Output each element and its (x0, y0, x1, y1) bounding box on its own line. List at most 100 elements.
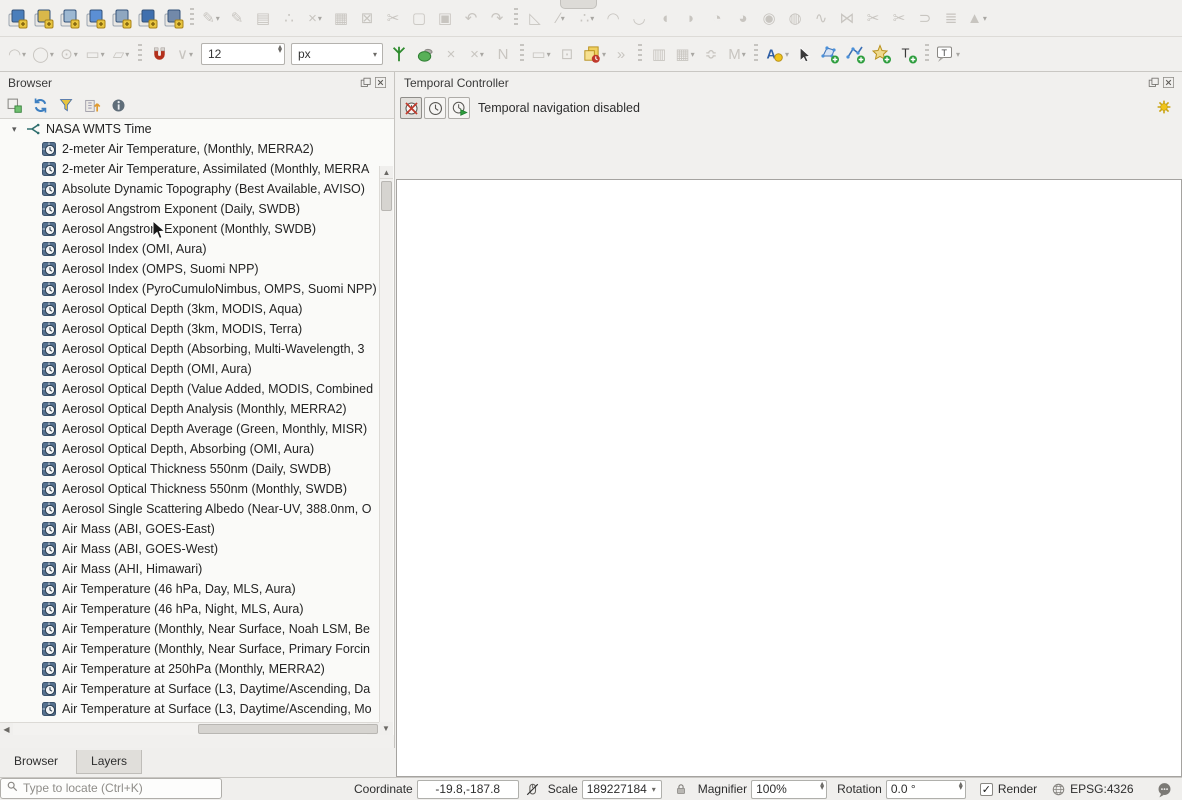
tree-item[interactable]: Aerosol Optical Depth (OMI, Aura) (0, 359, 380, 379)
tree-item[interactable]: Air Temperature at 250hPa (Monthly, MERR… (0, 659, 380, 679)
locator-input[interactable]: Type to locate (Ctrl+K) (0, 777, 222, 799)
stroke-unit-combobox[interactable]: px ▾ (291, 43, 383, 65)
tree-item-label: Aerosol Angstrom Exponent (Monthly, SWDB… (62, 222, 317, 236)
vertex-editor-icon: ⋈ (839, 9, 855, 27)
tree-item[interactable]: Air Mass (ABI, GOES-West) (0, 539, 380, 559)
tree-horizontal-scrollbar[interactable]: ◀ ▶ (0, 722, 380, 735)
spin-arrows-icon[interactable]: ▴ ▾ (820, 779, 824, 792)
tree-item[interactable]: Aerosol Optical Depth (Absorbing, Multi-… (0, 339, 380, 359)
float-panel-icon[interactable] (1147, 77, 1159, 89)
add-raster-layer-icon[interactable] (31, 5, 55, 31)
filter-by-date-icon[interactable]: ▾ (581, 41, 607, 67)
tree-item[interactable]: Air Temperature (Monthly, Near Surface, … (0, 639, 380, 659)
map-canvas[interactable] (396, 179, 1182, 777)
browser-properties-icon[interactable] (108, 95, 128, 115)
tree-item-label: Aerosol Index (OMPS, Suomi NPP) (62, 262, 259, 276)
tree-item[interactable]: Aerosol Index (OMPS, Suomi NPP) (0, 259, 380, 279)
tree-item[interactable]: Air Temperature (46 hPa, Day, MLS, Aura) (0, 579, 380, 599)
add-virtual-layer-icon[interactable] (161, 5, 185, 31)
wmts-temporal-layer-icon (42, 242, 56, 256)
scroll-left-icon[interactable]: ◀ (0, 723, 13, 735)
crs-status-button[interactable]: EPSG:4326 (1051, 782, 1134, 797)
text-annotation-icon[interactable]: T ▾ (934, 41, 961, 67)
spin-arrows-icon[interactable]: ▴ ▾ (959, 779, 963, 792)
collapse-all-icon[interactable] (82, 95, 102, 115)
tree-item[interactable]: Aerosol Index (PyroCumuloNimbus, OMPS, S… (0, 279, 380, 299)
temporal-navigation-off-icon[interactable] (400, 97, 422, 119)
close-panel-icon[interactable] (1162, 77, 1174, 89)
tree-item[interactable]: Aerosol Single Scattering Albedo (Near-U… (0, 499, 380, 519)
tree-item[interactable]: Air Mass (ABI, GOES-East) (0, 519, 380, 539)
tree-item-label: Aerosol Optical Depth, Absorbing (OMI, A… (62, 442, 315, 456)
simplify-feature-icon: ◍ (788, 9, 802, 27)
tree-item[interactable]: Air Temperature (46 hPa, Night, MLS, Aur… (0, 599, 380, 619)
temporal-panel-title: Temporal Controller (404, 75, 509, 90)
spin-arrows-icon[interactable]: ▴ ▾ (278, 42, 282, 55)
expander-icon[interactable]: ▾ (12, 124, 26, 135)
tree-item[interactable]: 2-meter Air Temperature, Assimilated (Mo… (0, 159, 380, 179)
tracing-icon[interactable] (387, 41, 411, 67)
tree-item[interactable]: Aerosol Optical Depth (3km, MODIS, Terra… (0, 319, 380, 339)
add-line-annotation-icon[interactable] (844, 41, 868, 67)
snapping-icon[interactable] (147, 41, 171, 67)
tree-item[interactable]: Aerosol Index (OMI, Aura) (0, 239, 380, 259)
temporal-settings-icon[interactable] (1156, 99, 1172, 118)
add-polygon-annotation-icon[interactable] (818, 41, 842, 67)
tree-item[interactable]: Aerosol Angstrom Exponent (Daily, SWDB) (0, 199, 380, 219)
refresh-browser-icon[interactable] (30, 95, 50, 115)
svg-text:T: T (942, 48, 948, 58)
tree-item[interactable]: Air Mass (AHI, Himawari) (0, 559, 380, 579)
rotation-spinbox[interactable]: 0.0 ° ▴ ▾ (885, 779, 966, 799)
add-marker-annotation-icon[interactable] (870, 41, 894, 67)
render-checkbox[interactable]: ✓ (979, 782, 993, 796)
stroke-width-spinbox[interactable]: 12 ▴ ▾ (201, 42, 285, 65)
scale-combobox[interactable]: 189227184 ▾ (581, 779, 662, 799)
select-by-form-icon: ▦ ▾ (675, 45, 695, 63)
tree-item[interactable]: Aerosol Optical Depth Analysis (Monthly,… (0, 399, 380, 419)
coordinate-input[interactable]: -19.8,-187.8 (416, 779, 519, 799)
tree-item[interactable]: 2-meter Air Temperature, (Monthly, MERRA… (0, 139, 380, 159)
tab-browser[interactable]: Browser (0, 750, 72, 773)
tree-item[interactable]: Air Temperature at Surface (L3, Daytime/… (0, 679, 380, 699)
add-text-annotation-icon[interactable]: T (896, 41, 920, 67)
animated-navigation-icon[interactable] (448, 97, 470, 119)
avoid-intersections-icon[interactable] (413, 41, 437, 67)
tree-item[interactable]: Aerosol Optical Depth (3km, MODIS, Aqua) (0, 299, 380, 319)
close-panel-icon[interactable] (374, 77, 386, 89)
float-panel-icon[interactable] (359, 77, 371, 89)
temporal-status-text: Temporal navigation disabled (478, 101, 640, 115)
tree-item[interactable]: Aerosol Optical Thickness 550nm (Monthly… (0, 479, 380, 499)
add-wms-layer-icon[interactable] (135, 5, 159, 31)
horizontal-scroll-thumb[interactable] (198, 724, 378, 734)
tree-item[interactable]: Aerosol Optical Depth Average (Green, Mo… (0, 419, 380, 439)
filter-browser-icon[interactable] (56, 95, 76, 115)
tree-item[interactable]: Air Temperature (Monthly, Near Surface, … (0, 619, 380, 639)
tree-item[interactable]: Air Temperature at Surface (L3, Daytime/… (0, 699, 380, 719)
tree-item[interactable]: Absolute Dynamic Topography (Best Availa… (0, 179, 380, 199)
scroll-up-icon[interactable]: ▲ (380, 166, 393, 179)
data-source-manager-icon[interactable] (5, 5, 29, 31)
add-mesh-layer-icon[interactable] (109, 5, 133, 31)
trace-icon: ∨ ▾ (177, 45, 193, 63)
add-vector-layer-icon[interactable] (57, 5, 81, 31)
tree-item[interactable]: Aerosol Optical Depth (Value Added, MODI… (0, 379, 380, 399)
move-label-icon[interactable] (792, 41, 816, 67)
fixed-range-navigation-icon[interactable] (424, 97, 446, 119)
vertical-scroll-thumb[interactable] (381, 181, 392, 211)
extents-toggle-icon[interactable] (525, 782, 540, 797)
layer-labeling-icon[interactable]: A ▾ (763, 41, 790, 67)
tab-layers[interactable]: Layers (76, 750, 143, 774)
lock-scale-icon[interactable] (674, 782, 688, 796)
magnifier-spinbox[interactable]: 100% ▴ ▾ (751, 779, 828, 799)
wmts-temporal-layer-icon (42, 682, 56, 696)
messages-button[interactable] (1156, 781, 1173, 798)
add-annotation-layer-icon[interactable] (83, 5, 107, 31)
add-selected-layer-icon[interactable] (4, 95, 24, 115)
tree-item-label: Air Temperature at Surface (L3, Daytime/… (62, 682, 371, 696)
tree-item[interactable]: Aerosol Angstrom Exponent (Monthly, SWDB… (0, 219, 380, 239)
tree-item[interactable]: Aerosol Optical Thickness 550nm (Daily, … (0, 459, 380, 479)
tree-vertical-scrollbar[interactable]: ▲ (379, 166, 393, 722)
tree-root-nasa-wmts-time[interactable]: ▾ NASA WMTS Time (0, 119, 380, 139)
scroll-down-icon[interactable]: ▼ (379, 722, 393, 735)
tree-item[interactable]: Aerosol Optical Depth, Absorbing (OMI, A… (0, 439, 380, 459)
